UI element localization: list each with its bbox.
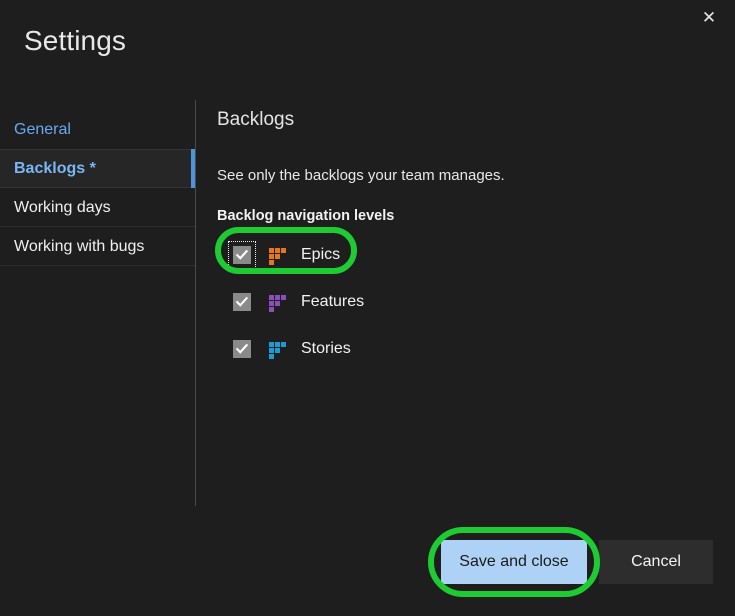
epics-checkbox[interactable] (228, 241, 256, 269)
content-heading: Backlogs (217, 109, 295, 130)
sidebar-item-backlogs[interactable]: Backlogs * (0, 149, 195, 188)
sidebar-item-label: Backlogs * (14, 159, 96, 177)
backlog-navigation-levels-label: Backlog navigation levels (217, 208, 395, 224)
features-checkbox[interactable] (233, 293, 251, 311)
sidebar-divider (195, 100, 196, 506)
level-label: Stories (301, 340, 351, 357)
epics-backlog-level-icon (269, 247, 287, 265)
level-label: Epics (301, 246, 341, 263)
sidebar-item-working-with-bugs[interactable]: Working with bugs (0, 227, 195, 266)
content-description: See only the backlogs your team manages. (217, 167, 505, 184)
dialog-header: Settings ✕ (0, 0, 735, 88)
backlog-levels-list: Epics Features Stories (215, 227, 717, 364)
stories-backlog-level-icon (269, 341, 287, 359)
save-and-close-button[interactable]: Save and close (441, 540, 587, 584)
sidebar-item-general[interactable]: General (0, 110, 195, 149)
settings-sidebar: General Backlogs * Working days Working … (0, 110, 195, 266)
level-row-stories[interactable]: Stories (217, 334, 507, 364)
sidebar-item-working-days[interactable]: Working days (0, 188, 195, 227)
dialog-footer: Save and close Cancel (0, 527, 735, 597)
level-row-features[interactable]: Features (217, 287, 507, 317)
check-icon (236, 296, 248, 307)
check-icon (236, 249, 248, 260)
sidebar-item-label: Working days (14, 198, 111, 216)
sidebar-item-label: Working with bugs (14, 237, 145, 255)
features-backlog-level-icon (269, 294, 287, 312)
sidebar-item-label: General (14, 120, 71, 138)
check-icon (236, 343, 248, 354)
close-icon[interactable]: ✕ (691, 2, 727, 34)
stories-checkbox[interactable] (233, 340, 251, 358)
level-row-epics[interactable]: Epics (215, 227, 507, 274)
page-title: Settings (24, 25, 126, 56)
close-glyph: ✕ (701, 7, 717, 28)
settings-content: Backlogs See only the backlogs your team… (215, 109, 717, 381)
level-label: Features (301, 293, 365, 310)
cancel-button[interactable]: Cancel (599, 540, 713, 584)
